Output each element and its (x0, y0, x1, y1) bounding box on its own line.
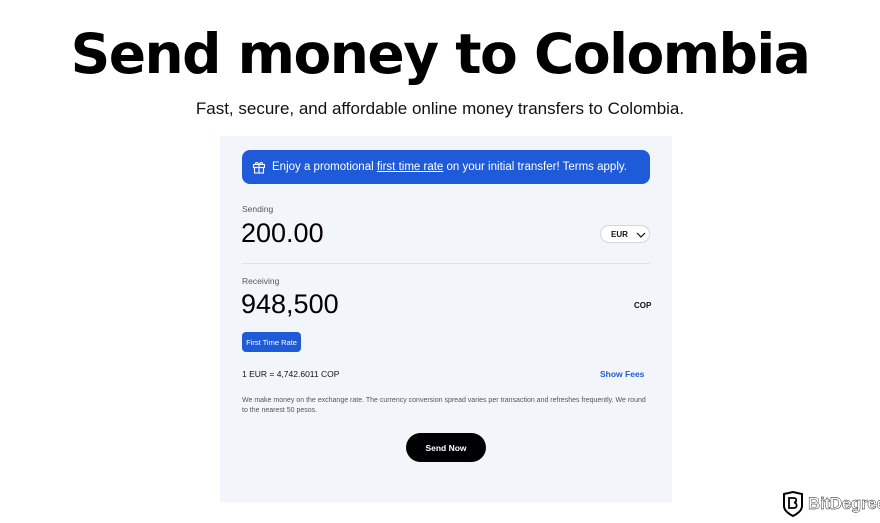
promo-prefix: Enjoy a promotional (272, 161, 377, 173)
first-time-rate-badge[interactable]: First Time Rate (242, 332, 301, 352)
send-now-button[interactable]: Send Now (406, 433, 486, 462)
chevron-down-icon (636, 231, 646, 238)
brand-watermark: BitDegree (782, 490, 880, 518)
show-fees-link[interactable]: Show Fees (600, 369, 644, 379)
sending-amount-input[interactable]: 200.00 (241, 218, 324, 249)
divider (242, 263, 650, 264)
promo-banner: Enjoy a promotional first time rate on y… (242, 150, 650, 184)
brand-name: BitDegree (808, 494, 880, 513)
receiving-label: Receiving (242, 276, 280, 286)
exchange-rate-text: 1 EUR = 4,742.6011 COP (242, 369, 340, 379)
receiving-currency: COP (634, 301, 652, 310)
page-title: Send money to Colombia (70, 22, 811, 86)
sending-currency-value: EUR (611, 229, 628, 239)
page-subtitle: Fast, secure, and affordable online mone… (195, 99, 685, 118)
disclaimer-text: We make money on the exchange rate. The … (242, 397, 646, 414)
first-time-rate-link[interactable]: first time rate (377, 161, 443, 173)
sending-label: Sending (242, 204, 274, 214)
promo-text: Enjoy a promotional first time rate on y… (272, 161, 627, 173)
receiving-amount: 948,500 (241, 289, 339, 319)
bitdegree-logo-icon (782, 490, 804, 518)
sending-currency-select[interactable]: EUR (600, 225, 650, 243)
transfer-calculator-card: Enjoy a promotional first time rate on y… (220, 136, 672, 502)
promo-suffix: on your initial transfer! Terms apply. (443, 161, 627, 173)
gift-icon (252, 160, 266, 174)
